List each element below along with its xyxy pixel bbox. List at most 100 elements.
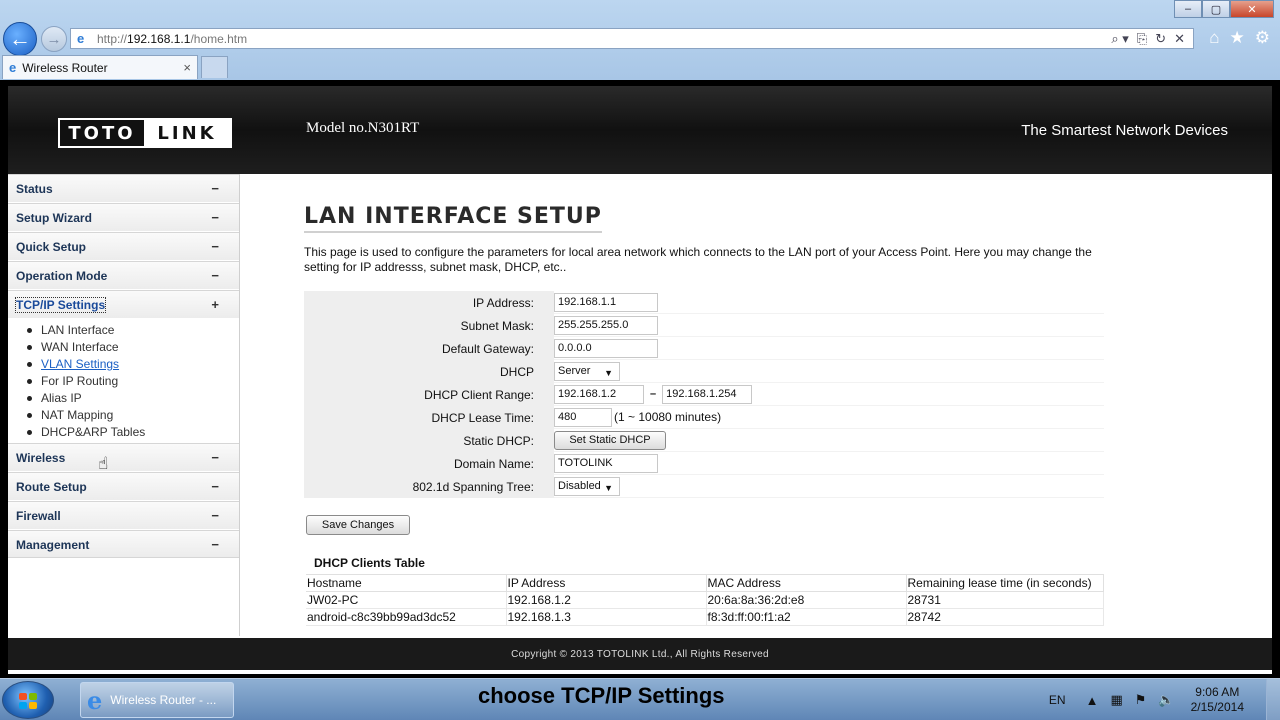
- tab-title: Wireless Router: [22, 60, 108, 75]
- back-button[interactable]: ←: [3, 22, 37, 56]
- dhcp-range-start-input[interactable]: 192.168.1.2: [554, 384, 644, 404]
- row-domain-name: Domain Name: TOTOLINK: [304, 452, 1104, 475]
- submenu-alias-ip[interactable]: Alias IP: [26, 390, 145, 407]
- spanning-tree-value: Disabled: [558, 480, 601, 492]
- cell-hostname: JW02-PC: [306, 591, 507, 609]
- address-bar[interactable]: e http://192.168.1.1/home.htm ⌕ ▾ ⎘ ↻ ✕: [70, 28, 1194, 49]
- spanning-tree-label: 802.1d Spanning Tree:: [304, 475, 554, 498]
- ip-address-input[interactable]: 192.168.1.1: [554, 292, 658, 312]
- maximize-button[interactable]: ▢: [1202, 0, 1230, 18]
- minus-icon: −: [211, 268, 219, 283]
- subnet-mask-label: Subnet Mask:: [304, 314, 554, 337]
- lease-time-hint: (1 ~ 10080 minutes): [614, 410, 722, 424]
- submenu-wan-interface[interactable]: WAN Interface: [26, 339, 145, 356]
- sidebar-menu: Status − Setup Wizard − Quick Setup − Op…: [8, 174, 240, 636]
- default-gateway-label: Default Gateway:: [304, 337, 554, 360]
- menu-setup-wizard[interactable]: Setup Wizard −: [8, 203, 239, 231]
- dhcp-clients-title: DHCP Clients Table: [314, 556, 425, 570]
- lease-time-input[interactable]: 480: [554, 407, 612, 427]
- col-mac-address: MAC Address: [705, 574, 907, 592]
- menu-wireless[interactable]: Wireless −: [8, 443, 239, 471]
- row-dhcp-range: DHCP Client Range: 192.168.1.2 – 192.168…: [304, 383, 1104, 406]
- start-button[interactable]: [2, 681, 54, 719]
- spanning-tree-select[interactable]: Disabled ▼: [554, 476, 620, 496]
- address-tools: ⌕ ▾ ⎘ ↻ ✕: [1111, 31, 1185, 47]
- tray-expand-icon[interactable]: ▲: [1086, 693, 1099, 708]
- action-center-icon[interactable]: ⚑: [1135, 692, 1147, 708]
- menu-label: Route Setup: [16, 480, 87, 494]
- set-static-dhcp-button[interactable]: Set Static DHCP: [554, 430, 666, 450]
- network-icon[interactable]: ▦: [1110, 692, 1122, 708]
- cell-lease: 28731: [905, 591, 1104, 609]
- dhcp-clients-table: Hostname IP Address MAC Address Remainin…: [306, 574, 1104, 626]
- tab-row: e Wireless Router ×: [0, 54, 1280, 80]
- gear-icon[interactable]: ⚙: [1255, 28, 1270, 48]
- menu-label: Setup Wizard: [16, 211, 92, 225]
- page-title: LAN INTERFACE SETUP: [304, 204, 602, 233]
- submenu-lan-interface[interactable]: LAN Interface: [26, 322, 145, 339]
- submenu-nat-mapping[interactable]: NAT Mapping: [26, 407, 145, 424]
- default-gateway-input[interactable]: 0.0.0.0: [554, 338, 658, 358]
- refresh-icon[interactable]: ↻: [1155, 31, 1166, 47]
- menu-operation-mode[interactable]: Operation Mode −: [8, 261, 239, 289]
- main-content: LAN INTERFACE SETUP This page is used to…: [304, 204, 1104, 275]
- hand-cursor-icon: ☝: [98, 454, 109, 473]
- dropdown-arrow-icon: ▼: [604, 482, 613, 493]
- taskbar-ie-window[interactable]: e Wireless Router - ...: [80, 682, 234, 718]
- router-page: TOTO LINK Model no.N301RT The Smartest N…: [8, 86, 1272, 674]
- clock[interactable]: 9:06 AM 2/15/2014: [1191, 685, 1244, 715]
- subnet-mask-input[interactable]: 255.255.255.0: [554, 315, 658, 335]
- forward-button[interactable]: →: [41, 26, 67, 52]
- minimize-button[interactable]: –: [1174, 0, 1202, 18]
- clock-date: 2/15/2014: [1190, 700, 1244, 714]
- menu-quick-setup[interactable]: Quick Setup −: [8, 232, 239, 260]
- submenu-dhcp-arp-tables[interactable]: DHCP&ARP Tables: [26, 424, 145, 441]
- taskbar-app-label: Wireless Router - ...: [110, 693, 217, 707]
- tab-wireless-router[interactable]: e Wireless Router ×: [2, 55, 198, 79]
- volume-icon[interactable]: 🔈: [1158, 692, 1174, 708]
- search-icon[interactable]: ⌕ ▾: [1111, 31, 1128, 47]
- language-indicator[interactable]: EN: [1049, 693, 1066, 707]
- favorites-icon[interactable]: ★: [1230, 28, 1245, 48]
- submenu-vlan-settings[interactable]: VLAN Settings: [26, 356, 145, 373]
- cell-ip: 192.168.1.2: [505, 591, 707, 609]
- domain-name-input[interactable]: TOTOLINK: [554, 453, 658, 473]
- menu-route-setup[interactable]: Route Setup −: [8, 472, 239, 500]
- dhcp-range-end-input[interactable]: 192.168.1.254: [662, 384, 753, 404]
- stop-icon[interactable]: ✕: [1174, 31, 1185, 47]
- minus-icon: −: [211, 537, 219, 552]
- show-desktop-button[interactable]: [1266, 679, 1280, 720]
- browser-toolbar: ⌂ ★ ⚙: [1209, 28, 1270, 48]
- tab-close-icon[interactable]: ×: [183, 60, 191, 75]
- windows-taskbar: e Wireless Router - ... choose TCP/IP Se…: [0, 678, 1280, 720]
- row-static-dhcp: Static DHCP: Set Static DHCP: [304, 429, 1104, 452]
- arrow-right-icon: →: [46, 30, 62, 48]
- compatibility-icon[interactable]: ⎘: [1137, 31, 1147, 47]
- menu-management[interactable]: Management −: [8, 530, 239, 558]
- submenu-ip-routing[interactable]: For IP Routing: [26, 373, 145, 390]
- minus-icon: −: [211, 181, 219, 196]
- menu-tcpip-settings[interactable]: TCP/IP Settings +: [8, 290, 239, 318]
- page-description: This page is used to configure the param…: [304, 245, 1092, 274]
- minus-icon: −: [211, 479, 219, 494]
- close-window-button[interactable]: ✕: [1230, 0, 1274, 18]
- menu-label: Operation Mode: [16, 269, 108, 283]
- home-icon[interactable]: ⌂: [1209, 28, 1219, 48]
- new-tab-button[interactable]: [201, 56, 228, 78]
- save-changes-button[interactable]: Save Changes: [306, 515, 410, 535]
- cell-mac: f8:3d:ff:00:f1:a2: [705, 608, 907, 626]
- menu-status[interactable]: Status −: [8, 174, 239, 202]
- logo-left: TOTO: [60, 120, 144, 146]
- minus-icon: −: [211, 210, 219, 225]
- browser-chrome: – ▢ ✕ ← → e http://192.168.1.1/home.htm …: [0, 0, 1280, 80]
- arrow-left-icon: ←: [9, 26, 31, 51]
- dhcp-select[interactable]: Server ▼: [554, 361, 620, 381]
- menu-firewall[interactable]: Firewall −: [8, 501, 239, 529]
- system-tray: EN ▲ ▦ ⚑ 🔈 9:06 AM 2/15/2014: [1049, 679, 1280, 720]
- row-spanning-tree: 802.1d Spanning Tree: Disabled ▼: [304, 475, 1104, 498]
- slogan: The Smartest Network Devices: [1021, 122, 1228, 139]
- window-controls: – ▢ ✕: [1174, 0, 1274, 18]
- header-banner: TOTO LINK Model no.N301RT The Smartest N…: [8, 86, 1272, 174]
- url-host: 192.168.1.1: [127, 31, 191, 46]
- plus-icon: +: [211, 297, 219, 312]
